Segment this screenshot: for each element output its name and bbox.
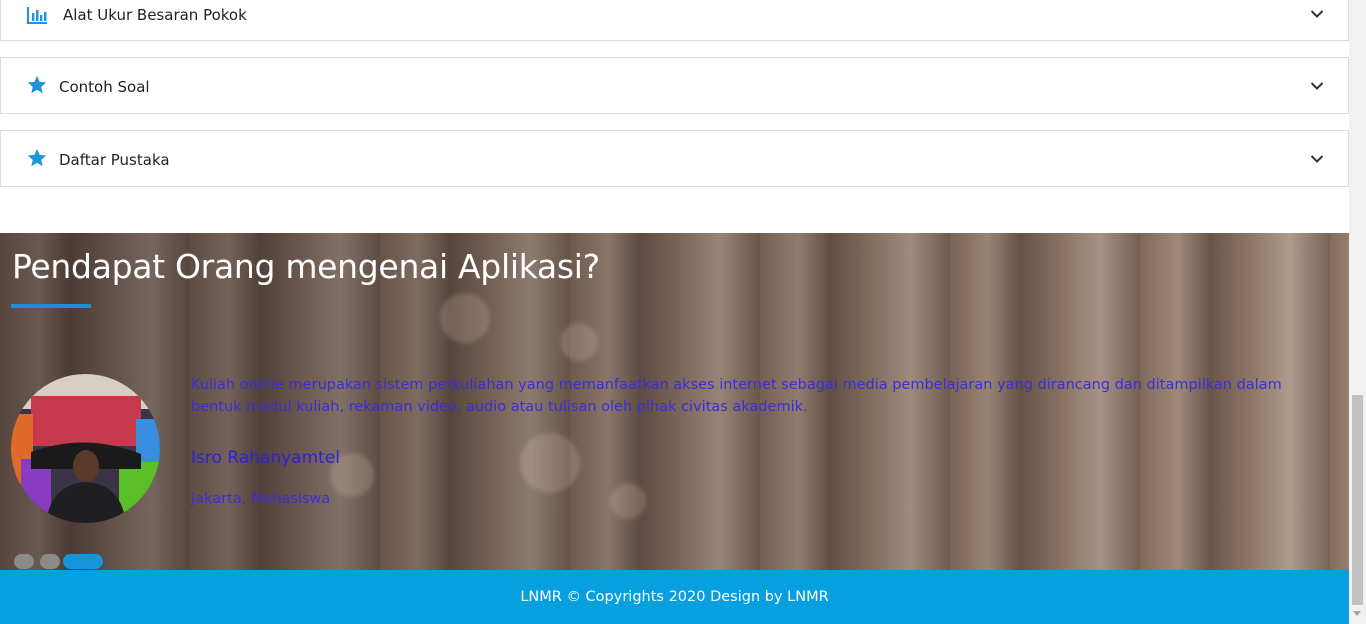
footer-copyright: LNMR © Copyrights 2020 Design by LNMR [520, 589, 829, 605]
accordion-label: Alat Ukur Besaran Pokok [63, 6, 247, 24]
chevron-down-icon[interactable] [1310, 7, 1324, 21]
background-bokeh [440, 293, 490, 343]
accordion-item-alat-ukur[interactable]: Alat Ukur Besaran Pokok [0, 0, 1349, 41]
vertical-scrollbar[interactable] [1349, 0, 1366, 624]
chevron-down-icon[interactable] [1310, 152, 1324, 166]
carousel-dot-active[interactable] [63, 554, 103, 569]
accordion-label: Daftar Pustaka [59, 151, 170, 169]
background-bokeh [610, 483, 646, 519]
footer: LNMR © Copyrights 2020 Design by LNMR [0, 570, 1349, 624]
star-icon [26, 74, 48, 96]
testimonial-quote: Kuliah online merupakan sistem perkuliah… [191, 377, 1282, 415]
page-content: Alat Ukur Besaran Pokok Contoh Soal Daft… [0, 0, 1349, 624]
accordion-item-contoh-soal[interactable]: Contoh Soal [0, 57, 1349, 114]
testimonial-author-name: Isro Rahanyamtel [191, 448, 340, 468]
background-bokeh [520, 433, 580, 493]
scroll-down-arrow-icon[interactable] [1353, 611, 1361, 616]
testimonial-author-meta: Jakarta, Mahasiswa [191, 491, 331, 507]
bar-chart-icon [26, 4, 48, 26]
chevron-down-icon[interactable] [1310, 79, 1324, 93]
carousel-dot[interactable] [14, 554, 34, 569]
accordion-item-daftar-pustaka[interactable]: Daftar Pustaka [0, 130, 1349, 187]
carousel-dot[interactable] [40, 554, 60, 569]
avatar [11, 374, 160, 523]
title-underline [11, 304, 91, 308]
accordion-label: Contoh Soal [59, 78, 150, 96]
section-title: Pendapat Orang mengenai Aplikasi? [12, 247, 600, 286]
star-icon [26, 147, 48, 169]
testimonial-section: Pendapat Orang mengenai Aplikasi? Kuliah… [0, 233, 1349, 570]
background-bokeh [560, 323, 598, 361]
scrollbar-thumb[interactable] [1352, 395, 1363, 605]
